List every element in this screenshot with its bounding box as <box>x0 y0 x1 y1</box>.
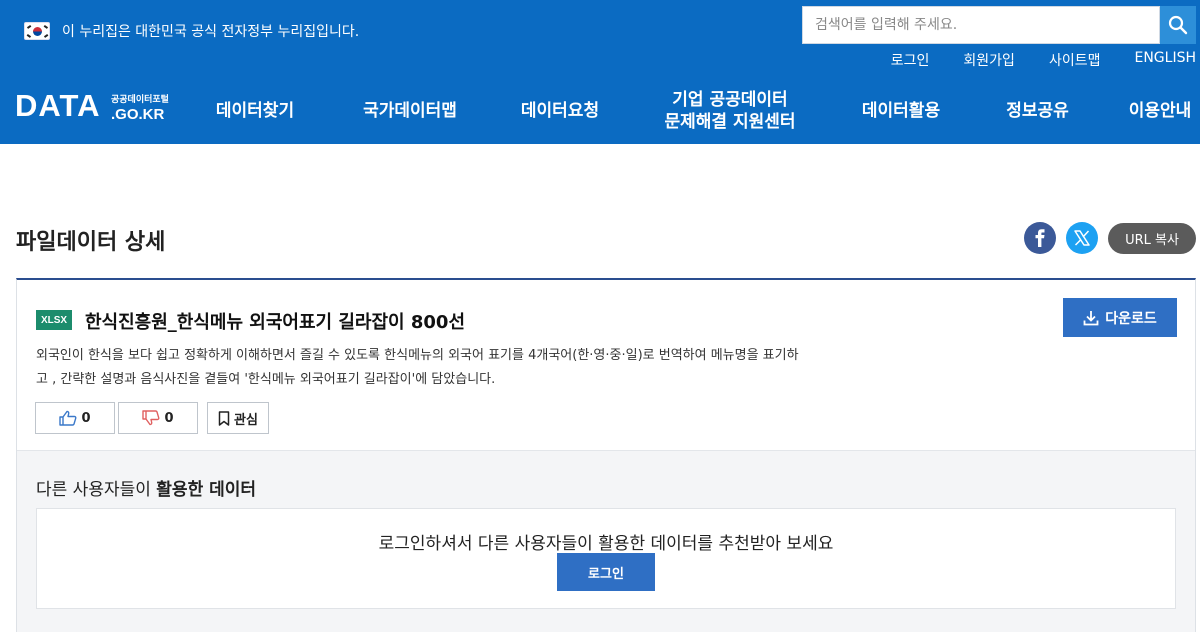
nav-label: 데이터요청 <box>520 101 600 121</box>
dataset-card: XLSX 한식진흥원_한식메뉴 외국어표기 길라잡이 800선 다운로드 외국인… <box>16 278 1196 632</box>
page-title: 파일데이터 상세 <box>16 230 166 255</box>
search-button[interactable] <box>1160 6 1196 44</box>
search-icon <box>1168 15 1188 35</box>
sitemap-link[interactable]: 사이트맵 <box>1049 50 1101 70</box>
dislike-count: 0 <box>164 410 174 426</box>
recommended-box: 로그인하셔서 다른 사용자들이 활용한 데이터를 추천받아 보세요 로그인 <box>36 508 1176 609</box>
description-line: 고 , 간략한 설명과 음식사진을 곁들여 '한식메뉴 외국어표기 길라잡이'에… <box>36 372 496 387</box>
nav-label-line1: 기업 공공데이터 <box>672 90 788 110</box>
nav-label: 데이터활용 <box>861 101 941 121</box>
download-icon <box>1083 310 1099 325</box>
logo-sub-top: 공공데이터포털 <box>111 95 169 105</box>
logo-main: DATA <box>15 88 101 123</box>
nav-data-search[interactable]: 데이터찾기 <box>190 86 320 136</box>
nav-label-line2: 문제해결 지원센터 <box>664 112 796 132</box>
logo-sub-bottom: .GO.KR <box>111 106 165 123</box>
thumbs-down-icon <box>142 410 160 426</box>
interest-button[interactable]: 관심 <box>207 402 269 434</box>
recommended-login-button[interactable]: 로그인 <box>557 553 655 591</box>
search-input[interactable] <box>803 7 1159 43</box>
main-nav: 데이터찾기 국가데이터맵 데이터요청 기업 공공데이터 문제해결 지원센터 데이… <box>190 86 1200 136</box>
like-button[interactable]: 0 <box>35 402 115 434</box>
utility-links: 로그인 회원가입 사이트맵 ENGLISH <box>857 50 1196 70</box>
bookmark-icon <box>218 410 230 426</box>
korea-flag-icon <box>24 22 50 40</box>
facebook-share-button[interactable] <box>1024 222 1056 254</box>
nav-national-data-map[interactable]: 국가데이터맵 <box>340 86 480 136</box>
signup-link[interactable]: 회원가입 <box>963 50 1015 70</box>
english-link[interactable]: ENGLISH <box>1134 50 1196 70</box>
nav-usage-guide[interactable]: 이용안내 <box>1120 86 1200 136</box>
recommended-section: 다른 사용자들이 활용한 데이터 로그인하셔서 다른 사용자들이 활용한 데이터… <box>17 450 1195 632</box>
nav-data-utilization[interactable]: 데이터활용 <box>845 86 957 136</box>
nav-label: 정보공유 <box>1006 101 1069 121</box>
nav-info-sharing[interactable]: 정보공유 <box>990 86 1085 136</box>
interest-label: 관심 <box>234 412 258 428</box>
nav-label: 이용안내 <box>1128 101 1192 121</box>
format-badge: XLSX <box>36 310 72 330</box>
description-line: 외국인이 한식을 보다 쉽고 정확하게 이해하면서 즐길 수 있도록 한식메뉴의… <box>36 348 799 363</box>
nav-label: 국가데이터맵 <box>363 101 457 121</box>
x-share-button[interactable] <box>1066 222 1098 254</box>
dataset-title: 한식진흥원_한식메뉴 외국어표기 길라잡이 800선 <box>85 312 466 333</box>
recommended-title: 다른 사용자들이 활용한 데이터 <box>36 475 256 500</box>
recommended-title-prefix: 다른 사용자들이 <box>36 480 157 500</box>
facebook-icon <box>1035 229 1045 247</box>
x-icon <box>1074 230 1090 246</box>
thumbs-up-icon <box>59 410 77 426</box>
recommended-login-message: 로그인하셔서 다른 사용자들이 활용한 데이터를 추천받아 보세요 <box>378 534 834 554</box>
gov-banner: 이 누리집은 대한민국 공식 전자정부 누리집입니다. <box>24 19 359 43</box>
login-link[interactable]: 로그인 <box>891 50 930 70</box>
download-button[interactable]: 다운로드 <box>1063 298 1177 337</box>
nav-data-request[interactable]: 데이터요청 <box>500 86 620 136</box>
recommended-title-bold: 활용한 데이터 <box>156 480 257 500</box>
search-box <box>802 6 1160 44</box>
site-logo[interactable]: DATA 공공데이터포털 .GO.KR <box>15 88 185 128</box>
url-copy-button[interactable]: URL 복사 <box>1108 223 1196 254</box>
dataset-description: 외국인이 한식을 보다 쉽고 정확하게 이해하면서 즐길 수 있도록 한식메뉴의… <box>36 344 916 392</box>
nav-label: 데이터찾기 <box>215 101 295 121</box>
site-header: 이 누리집은 대한민국 공식 전자정부 누리집입니다. 로그인 회원가입 사이트… <box>0 0 1200 144</box>
like-count: 0 <box>81 410 91 426</box>
dislike-button[interactable]: 0 <box>118 402 198 434</box>
download-label: 다운로드 <box>1105 310 1157 327</box>
gov-notice-text: 이 누리집은 대한민국 공식 전자정부 누리집입니다. <box>62 24 360 40</box>
nav-business-support-center[interactable]: 기업 공공데이터 문제해결 지원센터 <box>645 86 815 136</box>
